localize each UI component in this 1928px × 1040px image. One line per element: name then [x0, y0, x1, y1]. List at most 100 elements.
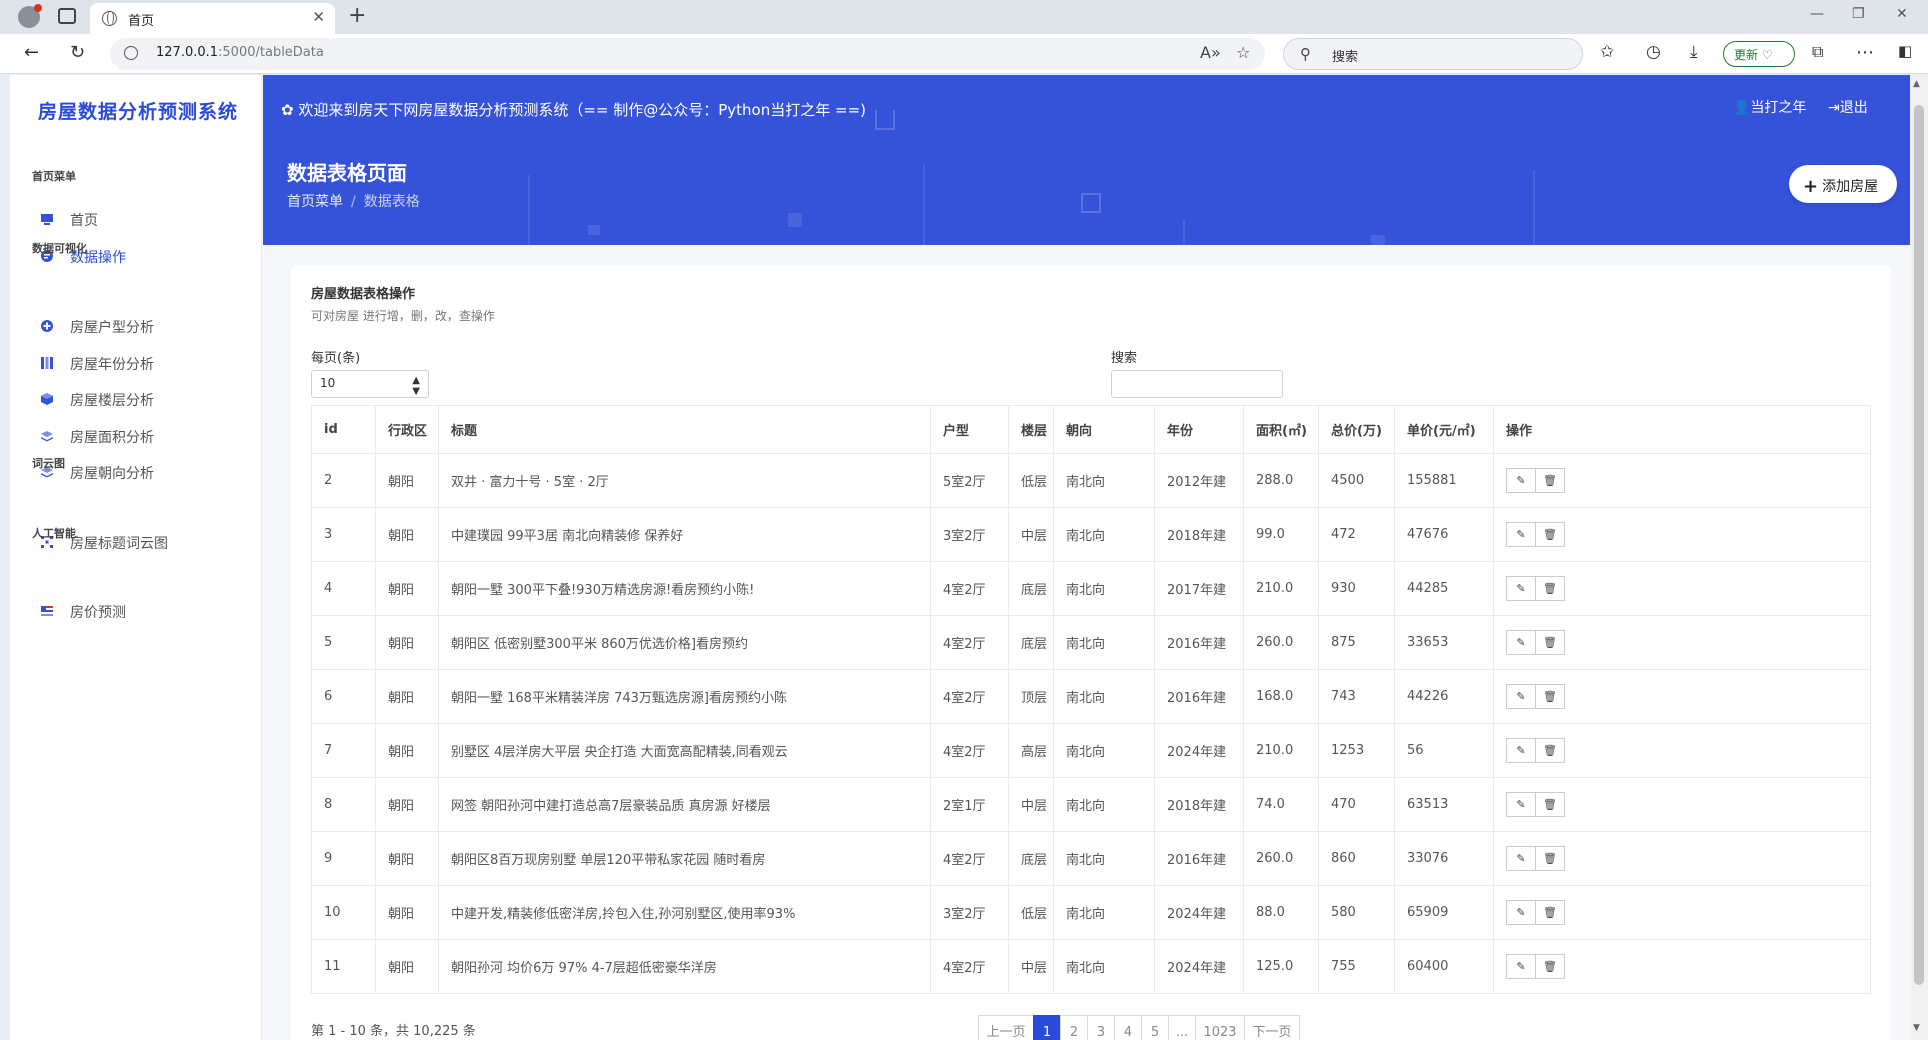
logout-icon: ⇥: [1828, 100, 1840, 116]
col-header-area[interactable]: 面积(㎡): [1243, 405, 1319, 454]
sidebar-item-year-analysis[interactable]: 房屋年份分析: [40, 352, 240, 376]
favorites-icon[interactable]: ✩: [1600, 42, 1614, 62]
add-house-button[interactable]: + 添加房屋: [1789, 165, 1897, 203]
edit-button[interactable]: ✎: [1506, 738, 1536, 763]
breadcrumb-home[interactable]: 首页菜单: [287, 194, 343, 210]
col-header-floor[interactable]: 楼层: [1008, 405, 1054, 454]
delete-button[interactable]: 🗑: [1535, 900, 1565, 925]
cell-layout: 5室2厅: [930, 453, 1009, 508]
user-profile-link[interactable]: 👤当打之年: [1733, 97, 1806, 117]
pagination: 上一页 1 2 3 4 5... 1023 下一页: [978, 1015, 1300, 1040]
decor-line: [1533, 170, 1535, 245]
app-viewport: 房屋数据分析预测系统 首页菜单 首页 数据操作 数据可视化 房屋户型分析 房屋年…: [10, 75, 1910, 1040]
delete-button[interactable]: 🗑: [1535, 468, 1565, 493]
table-search-input[interactable]: [1111, 370, 1283, 398]
per-page-label: 每页(条): [311, 351, 361, 366]
edit-button[interactable]: ✎: [1506, 630, 1536, 655]
workspaces-icon[interactable]: [58, 8, 76, 24]
cell-total-price: 930: [1318, 561, 1395, 616]
scroll-up-icon[interactable]: ▲: [1913, 79, 1920, 89]
read-aloud-icon[interactable]: A»: [1200, 43, 1221, 62]
cell-unit-price: 56: [1394, 723, 1494, 778]
delete-button[interactable]: 🗑: [1535, 576, 1565, 601]
cell-unit-price: 33076: [1394, 831, 1494, 886]
col-header-title[interactable]: 标题: [438, 405, 931, 454]
new-tab-icon[interactable]: +: [348, 3, 366, 28]
page-button[interactable]: 4: [1114, 1015, 1142, 1040]
edit-button[interactable]: ✎: [1506, 576, 1536, 601]
edit-button[interactable]: ✎: [1506, 522, 1536, 547]
tab-title: 首页: [128, 14, 155, 29]
page-button[interactable]: 1: [1033, 1015, 1061, 1040]
minimize-icon[interactable]: —: [1810, 6, 1824, 22]
next-page-button[interactable]: 下一页: [1244, 1015, 1300, 1040]
browser-search-box[interactable]: ⚲ 搜索: [1283, 38, 1583, 70]
delete-button[interactable]: 🗑: [1535, 846, 1565, 871]
page-ellipsis[interactable]: ...: [1168, 1015, 1196, 1040]
address-bar[interactable]: 127.0.0.1:5000/tableData A» ☆: [110, 38, 1265, 70]
edit-button[interactable]: ✎: [1506, 468, 1536, 493]
sidebar-item-layout-analysis[interactable]: 房屋户型分析: [40, 315, 240, 339]
sidebar-item-area-analysis[interactable]: 房屋面积分析: [40, 425, 240, 449]
col-header-total-price[interactable]: 总价(万): [1318, 405, 1395, 454]
cell-district: 朝阳: [375, 885, 439, 940]
page-scrollbar[interactable]: ▲ ▼: [1910, 75, 1928, 1040]
delete-button[interactable]: 🗑: [1535, 954, 1565, 979]
page-button[interactable]: 2: [1060, 1015, 1088, 1040]
edit-button[interactable]: ✎: [1506, 684, 1536, 709]
info-icon[interactable]: [124, 46, 138, 60]
table-row: 3 朝阳 中建璞园 99平3居 南北向精装修 保养好 3室2厅 中层 南北向 2018年建 9…: [311, 507, 1871, 562]
scroll-down-icon[interactable]: ▼: [1913, 1023, 1920, 1033]
app-logo[interactable]: 房屋数据分析预测系统: [38, 97, 238, 124]
cell-title: 朝阳区 低密别墅300平米 860万优选价格]看房预约: [438, 615, 931, 670]
delete-button[interactable]: 🗑: [1535, 684, 1565, 709]
cell-total-price: 860: [1318, 831, 1395, 886]
scroll-thumb[interactable]: [1914, 105, 1924, 985]
page-button[interactable]: 5: [1141, 1015, 1169, 1040]
col-header-id[interactable]: id: [311, 405, 376, 454]
delete-button[interactable]: 🗑: [1535, 792, 1565, 817]
logout-link[interactable]: ⇥退出: [1828, 97, 1868, 117]
page-button[interactable]: 3: [1087, 1015, 1115, 1040]
col-header-year[interactable]: 年份: [1154, 405, 1244, 454]
delete-button[interactable]: 🗑: [1535, 630, 1565, 655]
edit-button[interactable]: ✎: [1506, 900, 1536, 925]
profile-avatar[interactable]: [18, 4, 42, 28]
sidebar-item-price-prediction[interactable]: 房价预测: [40, 600, 240, 624]
update-button[interactable]: 更新 ♡: [1723, 41, 1795, 67]
sidebar-item-orientation-analysis[interactable]: 房屋朝向分析: [40, 461, 240, 485]
prev-page-button[interactable]: 上一页: [978, 1015, 1034, 1040]
col-header-orientation[interactable]: 朝向: [1053, 405, 1155, 454]
cell-unit-price: 44285: [1394, 561, 1494, 616]
reload-icon[interactable]: ↻: [70, 42, 85, 63]
per-page-select[interactable]: 10 ▲ ▼: [311, 370, 429, 398]
edit-button[interactable]: ✎: [1506, 792, 1536, 817]
col-header-unit-price[interactable]: 单价(元/㎡): [1394, 405, 1494, 454]
col-header-layout[interactable]: 户型: [930, 405, 1009, 454]
browser-tab[interactable]: 首页 ✕: [90, 3, 335, 34]
cell-floor: 中层: [1008, 507, 1054, 562]
favorite-star-icon[interactable]: ☆: [1236, 43, 1250, 62]
sidebar-item-home[interactable]: 首页: [40, 208, 240, 232]
browser-toolbar: ← ↻ 127.0.0.1:5000/tableData A» ☆ ⚲ 搜索 ✩…: [0, 34, 1928, 74]
screenshot-icon[interactable]: ⧉: [1812, 42, 1823, 62]
close-tab-icon[interactable]: ✕: [312, 8, 325, 26]
sidebar-item-floor-analysis[interactable]: 房屋楼层分析: [40, 388, 240, 412]
cell-year: 2017年建: [1154, 561, 1244, 616]
history-icon[interactable]: ◷: [1646, 42, 1661, 62]
delete-button[interactable]: 🗑: [1535, 738, 1565, 763]
cell-year: 2024年建: [1154, 885, 1244, 940]
edit-button[interactable]: ✎: [1506, 954, 1536, 979]
restore-icon[interactable]: ❐: [1852, 6, 1865, 22]
more-menu-icon[interactable]: ⋯: [1856, 42, 1874, 63]
downloads-icon[interactable]: ⤓: [1690, 42, 1698, 62]
table-row: 2 朝阳 双井 · 富力十号 · 5室 · 2厅 5室2厅 低层 南北向 2012年建 288…: [311, 453, 1871, 508]
delete-button[interactable]: 🗑: [1535, 522, 1565, 547]
close-window-icon[interactable]: ✕: [1896, 6, 1908, 22]
back-icon[interactable]: ←: [24, 42, 39, 63]
edit-button[interactable]: ✎: [1506, 846, 1536, 871]
col-header-district[interactable]: 行政区: [375, 405, 439, 454]
plus-icon: +: [1803, 176, 1819, 197]
sidebar-toggle-icon[interactable]: ◧: [1898, 42, 1912, 60]
page-button[interactable]: 1023: [1195, 1015, 1245, 1040]
